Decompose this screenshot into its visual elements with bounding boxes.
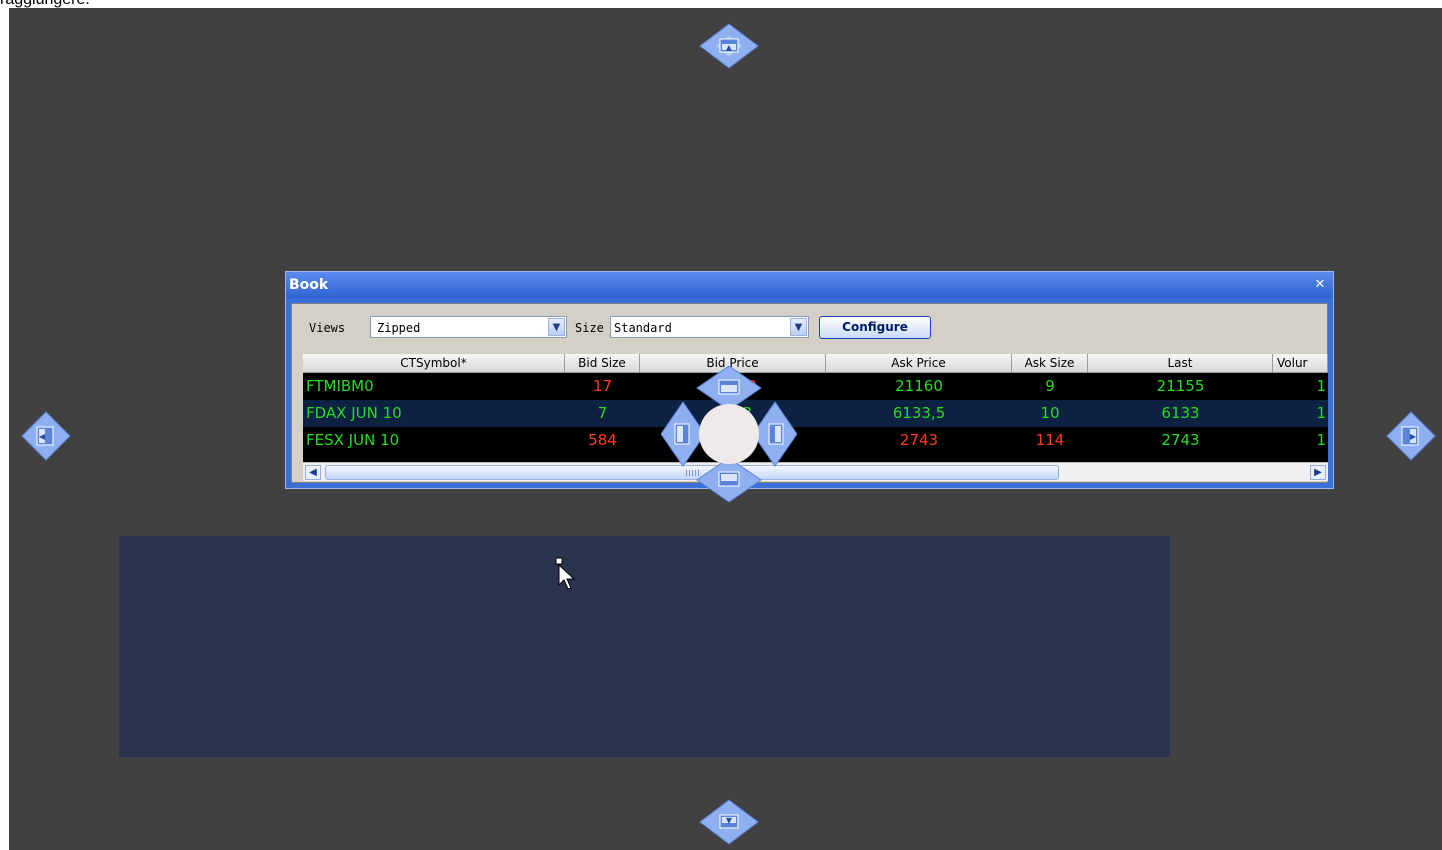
table-row[interactable]: FESX JUN 10 584 2742 2743 114 2743 1 xyxy=(303,427,1328,454)
horizontal-scrollbar[interactable]: ◀ ▶ xyxy=(303,462,1328,481)
cell-ask-size: 114 xyxy=(1035,431,1065,449)
svg-text:▶: ▶ xyxy=(1410,432,1417,441)
dock-top-icon[interactable]: ▲ xyxy=(698,22,760,70)
column-header-volume[interactable]: Volur xyxy=(1273,354,1328,373)
column-header-bid-size[interactable]: Bid Size xyxy=(565,354,640,373)
window-title: Book xyxy=(289,277,329,293)
cell-bid-size: 584 xyxy=(588,431,617,449)
dock-drop-preview xyxy=(119,536,1170,757)
close-x-icon[interactable]: ✕ xyxy=(1313,278,1327,292)
column-header-symbol[interactable]: CTSymbol* xyxy=(303,354,565,373)
cell-symbol: FESX JUN 10 xyxy=(306,431,400,449)
chevron-down-icon[interactable]: ▼ xyxy=(790,318,807,336)
chevron-down-icon[interactable]: ▼ xyxy=(548,318,565,336)
configure-button[interactable]: Configure xyxy=(819,316,931,339)
cell-last: 6133 xyxy=(1161,404,1200,422)
book-toolbar: Views Zipped ▼ Size Standard ▼ Configure xyxy=(292,304,1327,344)
cell-volume: 1 xyxy=(1316,431,1326,449)
dock-center-hub-icon[interactable] xyxy=(660,365,798,503)
cell-bid-size: 17 xyxy=(592,377,613,395)
cell-ask-price: 2743 xyxy=(899,431,939,449)
size-value: Standard xyxy=(614,321,672,335)
table-row[interactable]: FDAX JUN 10 7 6133 6133,5 10 6133 1 xyxy=(303,400,1328,427)
svg-text:▲: ▲ xyxy=(726,43,733,52)
window-titlebar[interactable]: Book ✕ xyxy=(286,272,1333,298)
size-dropdown[interactable]: Standard ▼ xyxy=(610,316,809,338)
cell-symbol: FDAX JUN 10 xyxy=(306,404,402,422)
column-header-last[interactable]: Last xyxy=(1088,354,1273,373)
cell-volume: 1 xyxy=(1316,404,1326,422)
svg-text:◀: ◀ xyxy=(39,432,46,441)
column-header-ask-price[interactable]: Ask Price xyxy=(826,354,1012,373)
cell-volume: 1 xyxy=(1316,377,1326,395)
book-grid[interactable]: CTSymbol* Bid Size Bid Price Ask Price A… xyxy=(303,354,1328,481)
dock-left-icon[interactable]: ◀ xyxy=(20,410,72,462)
mouse-pointer-icon xyxy=(555,557,579,593)
views-dropdown[interactable]: Zipped ▼ xyxy=(370,316,567,338)
views-value: Zipped xyxy=(377,321,421,335)
svg-text:▼: ▼ xyxy=(726,816,733,825)
scroll-left-icon[interactable]: ◀ xyxy=(305,465,321,480)
dock-bottom-icon[interactable]: ▼ xyxy=(698,798,760,846)
cell-ask-size: 10 xyxy=(1040,404,1060,422)
scroll-right-icon[interactable]: ▶ xyxy=(1310,465,1326,480)
cell-bid-size: 7 xyxy=(597,404,608,422)
table-row[interactable]: FTMIBM0 17 21150 21160 9 21155 1 xyxy=(303,373,1328,400)
cell-last: 2743 xyxy=(1161,431,1200,449)
cell-ask-price: 6133,5 xyxy=(892,404,946,422)
column-header-ask-size[interactable]: Ask Size xyxy=(1012,354,1088,373)
cell-ask-price: 21160 xyxy=(895,377,943,395)
cell-last: 21155 xyxy=(1156,377,1205,395)
size-label: Size xyxy=(575,321,604,335)
dock-right-icon[interactable]: ▶ xyxy=(1385,410,1437,462)
cell-symbol: FTMIBM0 xyxy=(306,377,374,395)
cell-ask-size: 9 xyxy=(1045,377,1055,395)
views-label: Views xyxy=(309,321,346,335)
window-client: Views Zipped ▼ Size Standard ▼ Configure… xyxy=(291,303,1328,483)
book-window[interactable]: Book ✕ Views Zipped ▼ Size Standard ▼ Co… xyxy=(285,271,1334,489)
